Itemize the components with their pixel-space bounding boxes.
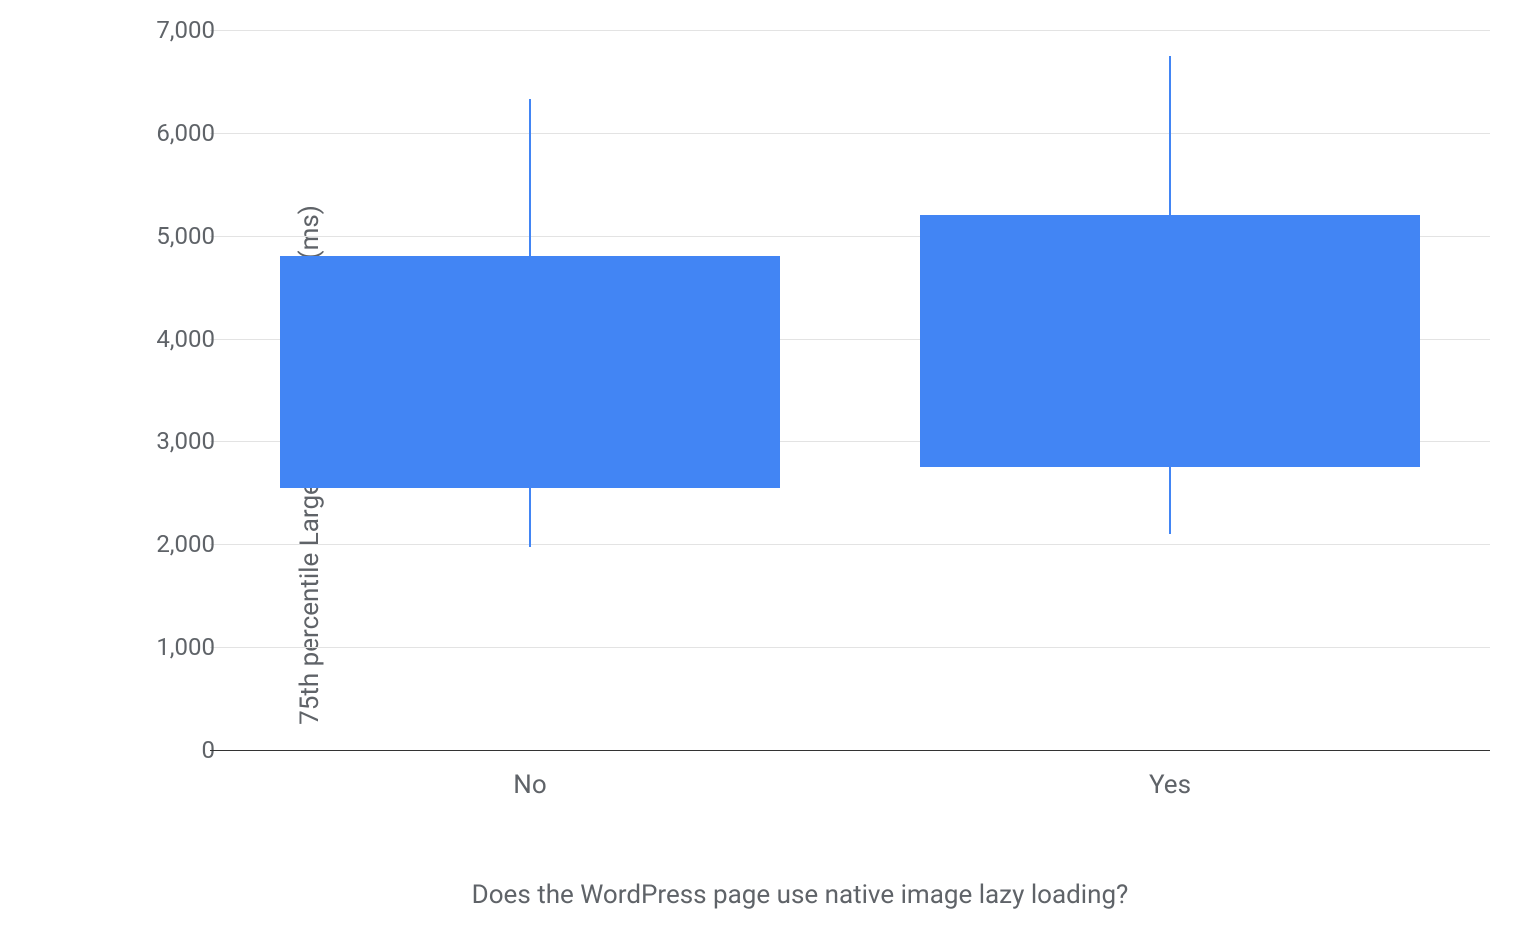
x-tick-label: Yes bbox=[1149, 770, 1191, 800]
y-tick-label: 1,000 bbox=[156, 633, 215, 661]
y-tick-label: 7,000 bbox=[156, 16, 215, 44]
x-tick-label: No bbox=[513, 770, 546, 800]
y-tick-label: 6,000 bbox=[156, 119, 215, 147]
y-tick-label: 5,000 bbox=[156, 222, 215, 250]
box-body bbox=[920, 215, 1419, 467]
gridline bbox=[210, 647, 1490, 648]
gridline bbox=[210, 30, 1490, 31]
y-tick-label: 3,000 bbox=[156, 427, 215, 455]
gridline bbox=[210, 544, 1490, 545]
box-body bbox=[280, 256, 779, 487]
y-tick-label: 4,000 bbox=[156, 325, 215, 353]
y-tick-label: 2,000 bbox=[156, 530, 215, 558]
gridline bbox=[210, 133, 1490, 134]
x-axis-line bbox=[210, 750, 1490, 751]
x-axis-label: Does the WordPress page use native image… bbox=[472, 880, 1129, 910]
chart-container: 75th percentile Largest Contentful Paint… bbox=[90, 30, 1510, 900]
